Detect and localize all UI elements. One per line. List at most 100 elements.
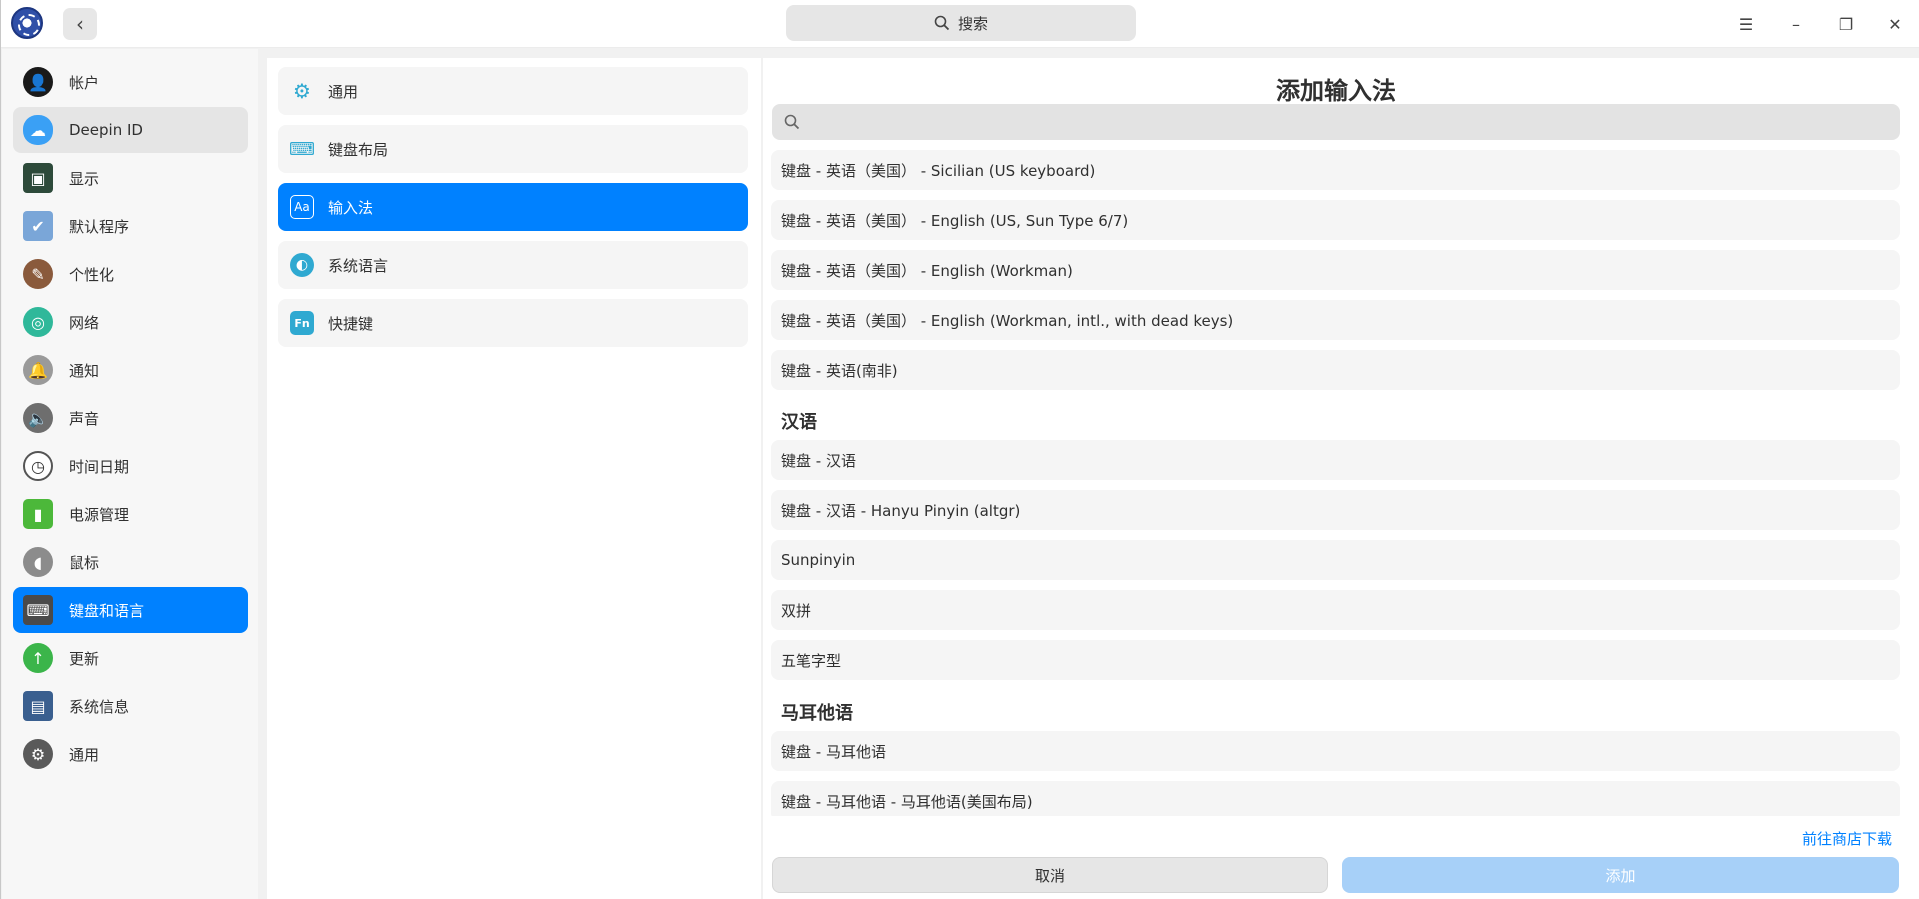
sidebar-item-label: 电源管理 bbox=[69, 505, 130, 524]
keyboard-settings-panel: ⚙ 通用 ⌨ 键盘布局 Aa 输入法 ◐ 系统语言 Fn 快捷键 bbox=[267, 58, 761, 899]
sidebar: 👤 帐户 ☁ Deepin ID ▣ 显示 ✔ 默认程序 ✎ 个性化 ◎ 网络 … bbox=[2, 49, 258, 899]
bell-icon: 🔔 bbox=[23, 355, 53, 385]
sidebar-item-datetime[interactable]: ◷ 时间日期 bbox=[13, 443, 248, 489]
mid-item-system-language[interactable]: ◐ 系统语言 bbox=[278, 241, 748, 289]
general-icon: ⚙ bbox=[23, 739, 53, 769]
list-item-label: 双拼 bbox=[781, 601, 812, 620]
battery-icon: ▮ bbox=[23, 499, 53, 529]
list-item-label: 键盘 - 英语（美国） - English (US, Sun Type 6/7) bbox=[781, 211, 1129, 230]
mid-item-general[interactable]: ⚙ 通用 bbox=[278, 67, 748, 115]
list-item[interactable]: 键盘 - 汉语 - Hanyu Pinyin (altgr) bbox=[771, 490, 1900, 530]
add-input-method-panel: 添加输入法 键盘 - 英语（美国） - Sicilian (US keyboar… bbox=[763, 58, 1919, 899]
add-button[interactable]: 添加 bbox=[1342, 857, 1899, 893]
mid-item-label: 系统语言 bbox=[328, 256, 389, 275]
close-icon: ✕ bbox=[1888, 14, 1902, 34]
shortcut-fn-icon: Fn bbox=[290, 311, 314, 335]
list-item-label: 五笔字型 bbox=[781, 651, 842, 670]
list-item[interactable]: 键盘 - 英语（美国） - English (Workman) bbox=[771, 250, 1900, 290]
input-method-list[interactable]: 键盘 - 英语（美国） - Sicilian (US keyboard) 键盘 … bbox=[763, 148, 1909, 816]
sidebar-item-sound[interactable]: 🔈 声音 bbox=[13, 395, 248, 441]
list-item[interactable]: 双拼 bbox=[771, 590, 1900, 630]
list-item[interactable]: 键盘 - 马耳他语 bbox=[771, 731, 1900, 771]
sidebar-item-label: 时间日期 bbox=[69, 457, 130, 476]
sidebar-item-label: 鼠标 bbox=[69, 553, 100, 572]
global-search-input[interactable]: 搜索 bbox=[786, 5, 1136, 41]
list-item[interactable]: Sunpinyin bbox=[771, 540, 1900, 580]
sidebar-item-label: 键盘和语言 bbox=[69, 601, 145, 620]
sidebar-item-mouse[interactable]: ◖ 鼠标 bbox=[13, 539, 248, 585]
display-icon: ▣ bbox=[23, 163, 53, 193]
list-item-label: 键盘 - 马耳他语 bbox=[781, 742, 886, 761]
system-info-icon: ▤ bbox=[23, 691, 53, 721]
search-icon bbox=[934, 15, 950, 31]
sidebar-item-label: 显示 bbox=[69, 169, 100, 188]
sidebar-item-system-info[interactable]: ▤ 系统信息 bbox=[13, 683, 248, 729]
minimize-button[interactable]: – bbox=[1780, 8, 1812, 40]
cancel-button[interactable]: 取消 bbox=[772, 857, 1328, 893]
account-icon: 👤 bbox=[23, 67, 53, 97]
mouse-icon: ◖ bbox=[23, 547, 53, 577]
network-icon: ◎ bbox=[23, 307, 53, 337]
clock-icon: ◷ bbox=[23, 451, 53, 481]
sidebar-item-deepin-id[interactable]: ☁ Deepin ID bbox=[13, 107, 248, 153]
list-item[interactable]: 五笔字型 bbox=[771, 640, 1900, 680]
list-item[interactable]: 键盘 - 英语（美国） - Sicilian (US keyboard) bbox=[771, 150, 1900, 190]
list-item-label: 键盘 - 马耳他语 - 马耳他语(美国布局) bbox=[781, 792, 1033, 811]
list-item[interactable]: 键盘 - 马耳他语 - 马耳他语(美国布局) bbox=[771, 781, 1900, 816]
list-item[interactable]: 键盘 - 英语(南非) bbox=[771, 350, 1900, 390]
mid-item-label: 通用 bbox=[328, 82, 359, 101]
group-header-maltese: 马耳他语 bbox=[781, 703, 853, 724]
mid-item-label: 键盘布局 bbox=[328, 140, 389, 159]
keyboard-icon: ⌨ bbox=[23, 595, 53, 625]
sidebar-item-personalization[interactable]: ✎ 个性化 bbox=[13, 251, 248, 297]
maximize-icon: ❐ bbox=[1838, 14, 1854, 34]
sidebar-item-account[interactable]: 👤 帐户 bbox=[13, 59, 248, 105]
list-item[interactable]: 键盘 - 英语（美国） - English (US, Sun Type 6/7) bbox=[771, 200, 1900, 240]
close-button[interactable]: ✕ bbox=[1879, 8, 1911, 40]
sidebar-item-network[interactable]: ◎ 网络 bbox=[13, 299, 248, 345]
menu-icon: ☰ bbox=[1738, 14, 1754, 34]
sidebar-item-keyboard-language[interactable]: ⌨ 键盘和语言 bbox=[13, 587, 248, 633]
sidebar-item-default-apps[interactable]: ✔ 默认程序 bbox=[13, 203, 248, 249]
list-item[interactable]: 键盘 - 汉语 bbox=[771, 440, 1900, 480]
update-icon: ↑ bbox=[23, 643, 53, 673]
mid-item-shortcuts[interactable]: Fn 快捷键 bbox=[278, 299, 748, 347]
back-arrow-icon: ‹ bbox=[76, 12, 84, 36]
list-item-label: 键盘 - 英语（美国） - English (Workman, intl., w… bbox=[781, 311, 1234, 330]
page-title: 添加输入法 bbox=[1276, 77, 1396, 105]
list-item-label: 键盘 - 英语（美国） - English (Workman) bbox=[781, 261, 1073, 280]
speaker-icon: 🔈 bbox=[23, 403, 53, 433]
sidebar-item-display[interactable]: ▣ 显示 bbox=[13, 155, 248, 201]
input-method-icon: Aa bbox=[290, 195, 314, 219]
app-logo-icon[interactable] bbox=[11, 7, 43, 39]
back-button[interactable]: ‹ bbox=[63, 8, 97, 40]
cloud-icon: ☁ bbox=[23, 115, 53, 145]
list-item-label: 键盘 - 英语(南非) bbox=[781, 361, 898, 380]
list-item-label: Sunpinyin bbox=[781, 551, 856, 569]
sidebar-item-label: 通知 bbox=[69, 361, 100, 380]
sidebar-item-label: Deepin ID bbox=[69, 121, 143, 139]
keyboard-layout-icon: ⌨ bbox=[289, 138, 315, 160]
mid-item-keyboard-layout[interactable]: ⌨ 键盘布局 bbox=[278, 125, 748, 173]
menu-button[interactable]: ☰ bbox=[1730, 8, 1762, 40]
list-item-label: 键盘 - 汉语 - Hanyu Pinyin (altgr) bbox=[781, 501, 1021, 520]
maximize-button[interactable]: ❐ bbox=[1830, 8, 1862, 40]
sidebar-item-general[interactable]: ⚙ 通用 bbox=[13, 731, 248, 777]
list-item[interactable]: 键盘 - 英语（美国） - English (Workman, intl., w… bbox=[771, 300, 1900, 340]
language-icon: ◐ bbox=[290, 253, 314, 277]
group-header-chinese: 汉语 bbox=[781, 412, 817, 433]
sidebar-item-power[interactable]: ▮ 电源管理 bbox=[13, 491, 248, 537]
sidebar-item-label: 网络 bbox=[69, 313, 100, 332]
mid-item-label: 输入法 bbox=[328, 198, 374, 217]
store-download-link[interactable]: 前往商店下载 bbox=[1802, 828, 1892, 849]
list-item-label: 键盘 - 汉语 bbox=[781, 451, 856, 470]
sidebar-item-label: 更新 bbox=[69, 649, 100, 668]
title-bar: ‹ 搜索 ☰ – ❐ ✕ bbox=[1, 0, 1919, 48]
sidebar-item-update[interactable]: ↑ 更新 bbox=[13, 635, 248, 681]
sidebar-item-label: 帐户 bbox=[69, 73, 100, 92]
filter-search-input[interactable] bbox=[772, 104, 1900, 140]
mid-item-input-method[interactable]: Aa 输入法 bbox=[278, 183, 748, 231]
sidebar-item-label: 通用 bbox=[69, 745, 100, 764]
sidebar-item-label: 默认程序 bbox=[69, 217, 130, 236]
sidebar-item-notification[interactable]: 🔔 通知 bbox=[13, 347, 248, 393]
